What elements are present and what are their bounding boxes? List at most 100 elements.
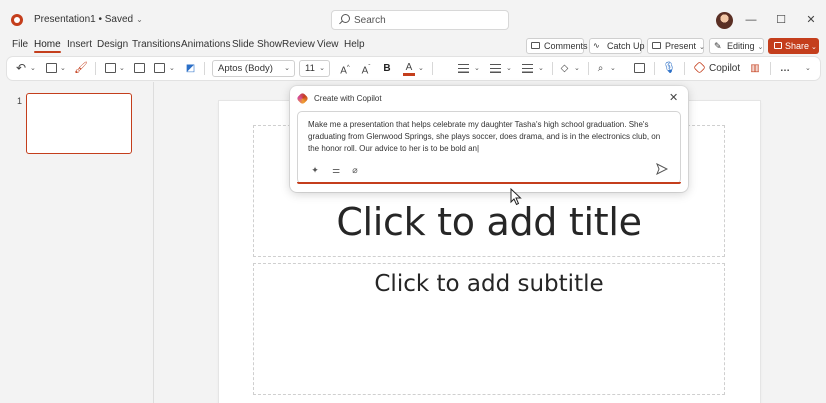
chevron-down-icon: ⌄ (699, 44, 705, 51)
editing-label: Editing (727, 41, 755, 51)
copilot-icon (693, 61, 706, 74)
chevron-down-icon[interactable]: ⌄ (805, 62, 811, 75)
close-window-icon[interactable]: ✕ (804, 13, 818, 27)
font-name-value: Aptos (Body) (218, 63, 273, 74)
tab-file[interactable]: File (12, 39, 28, 50)
present-label: Present (665, 41, 697, 51)
present-button[interactable]: Present ⌄ (647, 38, 705, 54)
tab-home[interactable]: Home (34, 39, 61, 53)
editing-mode-button[interactable]: ✎ Editing ⌄ (709, 38, 764, 54)
present-icon (652, 42, 661, 49)
divider (654, 62, 655, 75)
catch-up-button[interactable]: ∿ Catch Up (589, 38, 645, 54)
decrease-font-size-icon[interactable]: Aˇ (359, 62, 373, 76)
chevron-down-icon: ⌄ (136, 15, 143, 24)
tab-slide-show[interactable]: Slide Show (232, 39, 282, 50)
copilot-dialog-title: Create with Copilot (314, 94, 382, 103)
subtitle-placeholder-text: Click to add subtitle (374, 271, 604, 297)
chevron-down-icon: ⌄ (811, 44, 817, 51)
copilot-icon (296, 92, 309, 105)
chevron-down-icon: ⌄ (757, 44, 764, 51)
font-name-select[interactable]: Aptos (Body) ⌄ (212, 60, 295, 77)
slide-thumbnail[interactable] (26, 93, 132, 154)
picture-icon[interactable] (633, 62, 646, 75)
close-icon[interactable]: ✕ (669, 92, 678, 104)
comments-label: Comments (544, 41, 588, 51)
align-icon[interactable] (520, 62, 534, 75)
copilot-prompt-input[interactable]: Make me a presentation that helps celebr… (308, 119, 670, 156)
comments-button[interactable]: Comments (526, 38, 588, 54)
copilot-prompt-box[interactable]: Make me a presentation that helps celebr… (297, 111, 681, 184)
increase-font-size-icon[interactable]: A^ (338, 62, 352, 76)
document-title[interactable]: Presentation1 • Saved ⌄ (34, 14, 143, 25)
search-icon (341, 14, 350, 23)
tab-animations[interactable]: Animations (181, 39, 230, 50)
chevron-down-icon: ⌄ (284, 65, 290, 72)
more-options-icon[interactable]: … (778, 62, 792, 75)
slide-number: 1 (17, 96, 23, 106)
subtitle-placeholder[interactable]: Click to add subtitle (253, 263, 725, 395)
layout-icon[interactable] (153, 62, 166, 75)
avatar[interactable] (716, 12, 733, 29)
designer-ideas-icon[interactable]: ▥ (749, 62, 761, 75)
tab-design[interactable]: Design (97, 39, 128, 50)
ribbon-toolbar: ↶ ⌄ ⌄ 🖌 ⌄ ⌄ ◩ Aptos (Body) ⌄ 11 ⌄ A^ Aˇ B … (7, 57, 820, 80)
share-label: Share (785, 41, 810, 51)
bullets-icon[interactable] (456, 62, 470, 75)
minimize-icon[interactable]: — (744, 13, 758, 27)
divider (684, 62, 685, 75)
chevron-down-icon[interactable]: ⌄ (169, 62, 175, 75)
font-color-button[interactable]: A (403, 62, 415, 76)
share-button[interactable]: Share ⌄ (768, 38, 819, 54)
divider (588, 62, 589, 75)
settings-sliders-icon[interactable]: ⚌ (330, 164, 342, 176)
send-icon[interactable] (656, 163, 668, 175)
attach-icon[interactable]: ⌀ (349, 164, 361, 176)
chevron-down-icon: ⌄ (319, 65, 325, 72)
chevron-down-icon[interactable]: ⌄ (506, 62, 512, 75)
catch-up-label: Catch Up (607, 41, 645, 51)
divider (204, 62, 205, 75)
title-bar: Presentation1 • Saved⌄ — ☐ ✕ (0, 0, 826, 38)
powerpoint-logo-icon (11, 14, 23, 26)
chevron-down-icon[interactable]: ⌄ (119, 62, 125, 75)
designer-icon[interactable]: ◩ (184, 62, 197, 75)
sparkle-icon[interactable]: ✦ (309, 164, 321, 176)
tab-transitions[interactable]: Transitions (132, 39, 181, 50)
tab-review[interactable]: Review (282, 39, 315, 50)
divider (770, 62, 771, 75)
divider (552, 62, 553, 75)
chevron-down-icon[interactable]: ⌄ (418, 62, 424, 75)
copilot-button[interactable]: Copilot (693, 61, 741, 76)
search-box[interactable] (331, 10, 509, 30)
maximize-icon[interactable]: ☐ (774, 13, 788, 27)
copilot-dialog: Create with Copilot ✕ Make me a presenta… (290, 86, 688, 192)
tab-view[interactable]: View (317, 39, 339, 50)
chevron-down-icon[interactable]: ⌄ (610, 62, 616, 75)
pulse-icon: ∿ (593, 41, 600, 50)
chevron-down-icon[interactable]: ⌄ (60, 62, 66, 75)
find-icon[interactable]: ⌕ (594, 62, 607, 75)
bold-button[interactable]: B (381, 62, 393, 75)
dictate-icon[interactable]: 🎙 (662, 62, 676, 75)
font-size-value: 11 (305, 63, 315, 74)
format-painter-icon[interactable]: 🖌 (74, 62, 88, 75)
undo-icon[interactable]: ↶ (15, 62, 27, 75)
shapes-icon[interactable]: ◇ (558, 62, 571, 75)
chevron-down-icon[interactable]: ⌄ (474, 62, 480, 75)
search-input[interactable] (354, 13, 504, 28)
chevron-down-icon[interactable]: ⌄ (30, 62, 36, 75)
numbering-icon[interactable] (488, 62, 502, 75)
chevron-down-icon[interactable]: ⌄ (538, 62, 544, 75)
tab-insert[interactable]: Insert (67, 39, 92, 50)
document-title-text: Presentation1 • Saved (34, 14, 134, 25)
tab-help[interactable]: Help (344, 39, 365, 50)
comment-icon (531, 42, 540, 49)
paste-icon[interactable] (45, 62, 57, 75)
font-size-select[interactable]: 11 ⌄ (299, 60, 330, 77)
divider (432, 62, 433, 75)
copilot-label: Copilot (709, 63, 741, 74)
new-slide-icon[interactable] (104, 62, 116, 75)
reuse-slides-icon[interactable] (133, 62, 146, 75)
chevron-down-icon[interactable]: ⌄ (574, 62, 580, 75)
